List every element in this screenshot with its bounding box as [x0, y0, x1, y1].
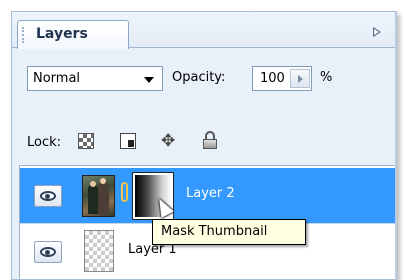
percent-sign: %	[320, 70, 333, 85]
panel-menu-arrow-icon[interactable]	[373, 27, 381, 37]
tooltip: Mask Thumbnail	[152, 219, 306, 245]
lock-pixels-icon[interactable]	[120, 133, 136, 149]
eye-icon	[40, 247, 56, 257]
lock-position-icon[interactable]: ✥	[161, 131, 181, 151]
blend-mode-select[interactable]: Normal	[27, 66, 163, 91]
lock-row: Lock: ✥	[27, 131, 257, 156]
opacity-input[interactable]: 100	[252, 66, 312, 91]
blend-row: Normal Opacity: 100 %	[27, 66, 387, 92]
layer-thumbnail[interactable]	[82, 175, 115, 217]
link-chain-icon[interactable]	[121, 182, 128, 202]
layer-thumbnail[interactable]	[84, 230, 114, 272]
layer-row-layer-2[interactable]: Layer 2	[20, 168, 395, 223]
opacity-value: 100	[260, 71, 285, 86]
eye-icon	[40, 191, 56, 201]
opacity-slider-button[interactable]	[290, 69, 310, 88]
tab-layers-label: Layers	[36, 26, 88, 42]
tooltip-text: Mask Thumbnail	[161, 224, 268, 239]
visibility-toggle[interactable]	[34, 241, 62, 263]
opacity-label: Opacity:	[172, 70, 226, 85]
lock-all-icon[interactable]	[202, 131, 218, 151]
chevron-down-icon	[144, 77, 154, 83]
layer-name: Layer 2	[186, 186, 235, 201]
tab-layers[interactable]: Layers	[17, 20, 129, 49]
panel-tab-strip: Layers	[12, 12, 395, 49]
blend-mode-value: Normal	[33, 71, 81, 86]
lock-transparency-icon[interactable]	[78, 133, 94, 149]
lock-label: Lock:	[27, 135, 62, 150]
visibility-toggle[interactable]	[34, 185, 62, 207]
grip-icon[interactable]	[22, 27, 26, 43]
